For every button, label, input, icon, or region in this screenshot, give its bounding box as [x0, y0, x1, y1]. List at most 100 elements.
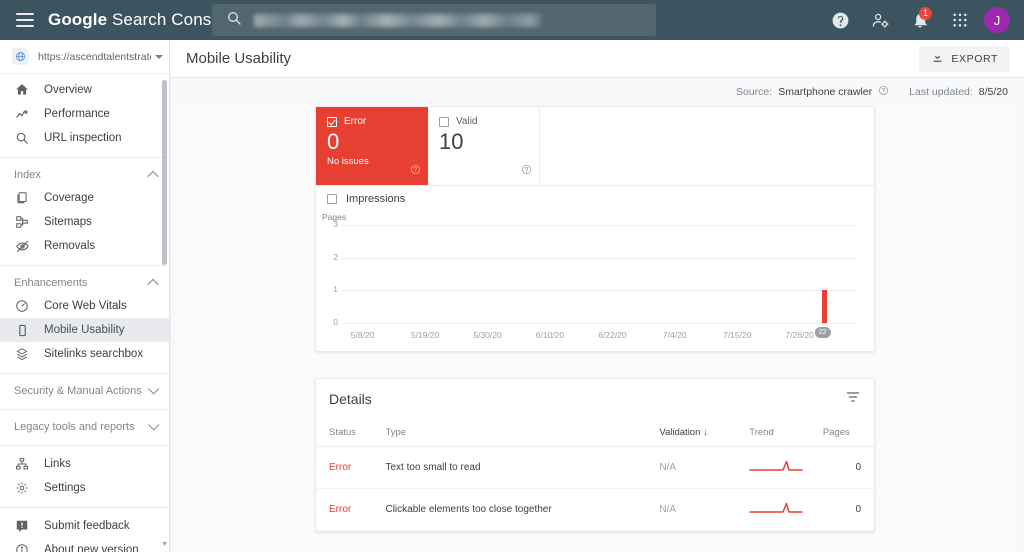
sidebar-item-settings[interactable]: Settings	[0, 476, 169, 500]
google-apps-grid-icon[interactable]	[940, 0, 980, 40]
sidebar-item-label: Core Web Vitals	[44, 300, 127, 312]
help-icon[interactable]	[820, 0, 860, 40]
sidebar-item-url-inspection[interactable]: URL inspection	[0, 126, 169, 150]
chevron-down-icon[interactable]	[148, 383, 160, 395]
cell-validation: N/A	[659, 488, 750, 531]
links-icon	[14, 456, 30, 472]
sidebar-item-label: Submit feedback	[44, 520, 130, 532]
column-header-validation[interactable]: Validation ↓	[659, 419, 750, 447]
sidebar-item-sitemaps[interactable]: Sitemaps	[0, 210, 169, 234]
sidebar-group-label: Enhancements	[14, 277, 88, 289]
divider	[0, 373, 169, 374]
chevron-up-icon[interactable]	[147, 170, 159, 183]
sidebar-item-coverage[interactable]: Coverage	[0, 186, 169, 210]
sidebar-item-links[interactable]: Links	[0, 452, 169, 476]
valid-checkbox[interactable]	[439, 116, 449, 127]
filter-icon[interactable]	[845, 389, 861, 410]
sidebar-item-sitelinks-searchbox[interactable]: Sitelinks searchbox	[0, 342, 169, 366]
help-circle-icon[interactable]	[878, 85, 889, 99]
chart-x-tick: 5/30/20	[473, 330, 502, 340]
column-header-validation-label: Validation	[659, 427, 701, 438]
column-header-status[interactable]: Status	[316, 419, 386, 447]
chart-gridline	[342, 225, 858, 226]
sidebar-item-mobile-usability[interactable]: Mobile Usability	[0, 318, 169, 342]
chart-x-tick: 6/10/20	[535, 330, 565, 340]
sidebar-item-core-web-vitals[interactable]: Core Web Vitals	[0, 294, 169, 318]
export-button[interactable]: EXPORT	[919, 45, 1010, 72]
chart-x-tick: 5/19/20	[410, 330, 440, 340]
property-label: https://ascendtalentstrategie...	[38, 50, 151, 63]
chevron-down-icon[interactable]	[148, 419, 160, 431]
chart-bar[interactable]	[821, 290, 827, 323]
sidebar-item-label: Coverage	[44, 192, 94, 204]
removals-eye-off-icon	[14, 238, 30, 254]
divider	[0, 265, 169, 266]
chevron-up-icon[interactable]	[147, 278, 159, 291]
chart-y-tick: 0	[333, 317, 338, 327]
sidebar-group-legacy-tools[interactable]: Legacy tools and reports	[0, 416, 169, 438]
chart-x-tick: 7/26/20	[785, 330, 814, 340]
cell-trend	[749, 446, 823, 489]
sidebar-item-overview[interactable]: Overview	[0, 78, 169, 102]
hamburger-icon[interactable]	[16, 13, 34, 27]
error-checkbox[interactable]	[327, 116, 337, 127]
speedometer-icon	[14, 298, 30, 314]
chart-y-tick: 2	[333, 251, 338, 262]
property-selector[interactable]: https://ascendtalentstrategie...	[0, 40, 169, 74]
details-header: Details	[316, 379, 874, 419]
sidebar-item-removals[interactable]: Removals	[0, 234, 169, 258]
table-row[interactable]: Error Text too small to read N/A 0	[316, 446, 874, 489]
search-value-redacted	[254, 13, 542, 27]
performance-chart-icon	[14, 106, 30, 122]
status-card-valid[interactable]: Valid 10	[428, 107, 540, 185]
sidebar-group-security-manual-actions[interactable]: Security & Manual Actions	[0, 380, 169, 402]
help-circle-icon[interactable]	[410, 162, 421, 180]
status-chart-card: Error 0 No issues Valid 10 Impressions P…	[315, 106, 875, 352]
search-input[interactable]	[212, 4, 656, 36]
page-title: Mobile Usability	[186, 50, 292, 67]
divider	[0, 409, 169, 410]
account-settings-icon[interactable]	[860, 0, 900, 40]
chart-x-axis: 5/8/20 5/19/20 5/30/20 6/10/20 6/22/20 7/4/20…	[342, 330, 858, 342]
sidebar-item-label: Mobile Usability	[44, 324, 125, 336]
source-value: Smartphone crawler	[778, 86, 873, 98]
sidebar-item-performance[interactable]: Performance	[0, 102, 169, 126]
column-header-trend[interactable]: Trend	[749, 419, 823, 447]
impressions-toggle-row[interactable]: Impressions	[316, 186, 874, 212]
chevron-down-icon[interactable]	[155, 54, 163, 59]
last-updated-prefix: Last updated:	[909, 86, 973, 98]
sitemaps-icon	[14, 214, 30, 230]
home-icon	[14, 82, 30, 98]
info-icon	[14, 542, 30, 552]
divider	[0, 445, 169, 446]
sidebar-item-label: Sitemaps	[44, 216, 92, 228]
sidebar-item-label: Overview	[44, 84, 92, 96]
sidebar-group-index[interactable]: Index	[0, 164, 169, 186]
notifications-bell-icon[interactable]: 1	[900, 0, 940, 40]
page-header: Mobile Usability EXPORT	[170, 40, 1024, 78]
export-button-label: EXPORT	[951, 52, 998, 65]
impressions-checkbox[interactable]	[327, 194, 337, 204]
status-card-label: Valid	[456, 116, 478, 127]
sidebar-item-about-new-version[interactable]: About new version	[0, 538, 169, 552]
cell-type: Text too small to read	[385, 446, 660, 489]
sort-descending-icon: ↓	[703, 427, 708, 437]
help-circle-icon[interactable]	[521, 162, 532, 180]
status-card-label: Error	[344, 116, 367, 127]
sidebar-item-label: Settings	[44, 482, 86, 494]
divider	[0, 157, 169, 158]
source-prefix: Source:	[736, 86, 773, 98]
column-header-pages[interactable]: Pages	[822, 419, 874, 447]
sidebar-item-label: Sitelinks searchbox	[44, 348, 144, 360]
table-row[interactable]: Error Clickable elements too close togeth…	[316, 488, 874, 531]
sitelinks-searchbox-icon	[14, 346, 30, 362]
cell-pages: 0	[822, 446, 874, 489]
sidebar-group-enhancements[interactable]: Enhancements	[0, 272, 169, 294]
column-header-type[interactable]: Type	[385, 419, 660, 447]
status-card-error[interactable]: Error 0 No issues	[316, 107, 428, 185]
chart-y-tick: 1	[333, 284, 338, 295]
avatar[interactable]: J	[984, 7, 1010, 33]
details-title: Details	[329, 391, 372, 407]
sidebar-item-submit-feedback[interactable]: Submit feedback	[0, 514, 169, 538]
chart-gridline	[342, 290, 858, 292]
